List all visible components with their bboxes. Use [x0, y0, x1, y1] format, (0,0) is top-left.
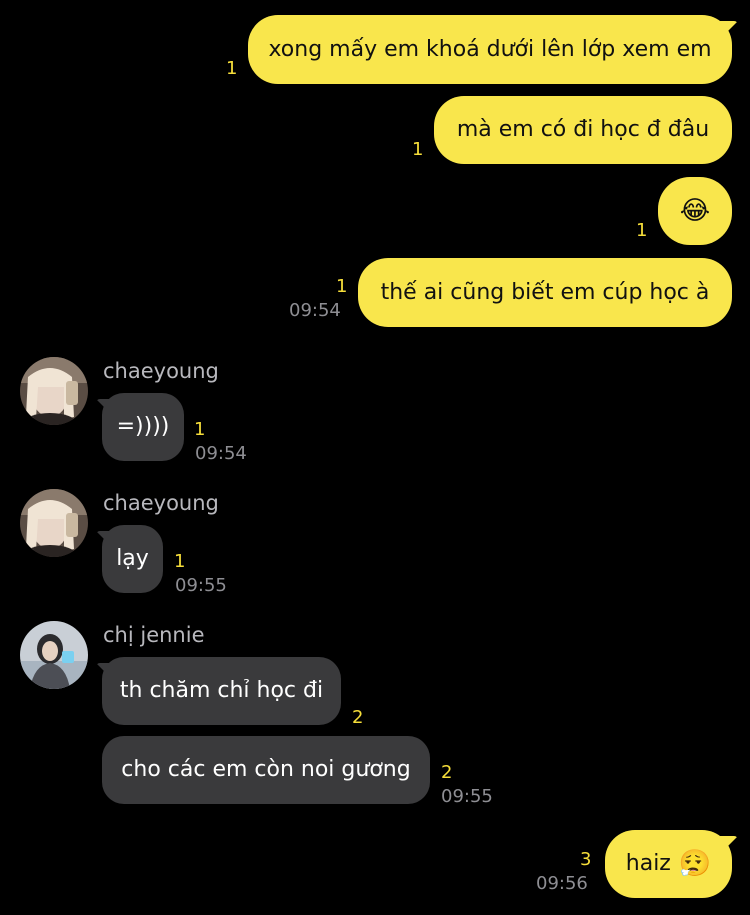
timestamp: 09:55 — [441, 786, 493, 807]
avatar-photo-icon — [20, 489, 88, 557]
message-text: xong mấy em khoá dưới lên lớp xem em — [268, 36, 712, 62]
incoming-message[interactable]: =)))) — [102, 393, 184, 461]
message-text: thế ai cũng biết em cúp học à — [380, 279, 710, 305]
unread-count: 2 — [352, 707, 364, 728]
avatar-chaeyoung[interactable] — [20, 357, 88, 425]
sender-name: chaeyoung — [103, 491, 219, 515]
outgoing-message[interactable]: haiz 😮‍💨 — [605, 830, 732, 898]
avatar-jennie[interactable] — [20, 621, 88, 689]
incoming-message[interactable]: th chăm chỉ học đi — [102, 657, 341, 725]
avatar-photo-icon — [20, 621, 88, 689]
incoming-message[interactable]: cho các em còn noi gương — [102, 736, 430, 804]
unread-count: 3 — [580, 849, 592, 870]
avatar-chaeyoung[interactable] — [20, 489, 88, 557]
message-text: lạy — [116, 546, 149, 571]
unread-count: 2 — [441, 762, 453, 783]
incoming-message[interactable]: lạy — [102, 525, 163, 593]
timestamp: 09:54 — [195, 443, 247, 464]
message-text: cho các em còn noi gương — [121, 757, 411, 782]
sender-name: chị jennie — [103, 623, 205, 647]
sender-name: chaeyoung — [103, 359, 219, 383]
tears-of-joy-emoji-icon: 😂 — [679, 196, 711, 226]
message-text: mà em có đi học đ đâu — [456, 117, 710, 142]
outgoing-message[interactable]: xong mấy em khoá dưới lên lớp xem em — [248, 15, 732, 84]
unread-count: 1 — [194, 419, 206, 440]
timestamp: 09:55 — [175, 575, 227, 596]
outgoing-message[interactable]: mà em có đi học đ đâu — [434, 96, 732, 164]
exhaling-face-emoji-icon: 😮‍💨 — [678, 849, 712, 879]
outgoing-message[interactable]: 😂 — [658, 177, 732, 245]
unread-count: 1 — [226, 58, 238, 79]
outgoing-message[interactable]: thế ai cũng biết em cúp học à — [358, 258, 732, 327]
timestamp: 09:56 — [536, 873, 588, 894]
message-text: th chăm chỉ học đi — [119, 678, 324, 703]
timestamp: 09:54 — [289, 300, 341, 321]
unread-count: 1 — [174, 551, 186, 572]
message-text: haiz — [625, 851, 671, 876]
unread-count: 1 — [412, 139, 424, 160]
message-text: =)))) — [116, 414, 170, 439]
unread-count: 1 — [636, 220, 648, 241]
unread-count: 1 — [336, 276, 348, 297]
avatar-photo-icon — [20, 357, 88, 425]
